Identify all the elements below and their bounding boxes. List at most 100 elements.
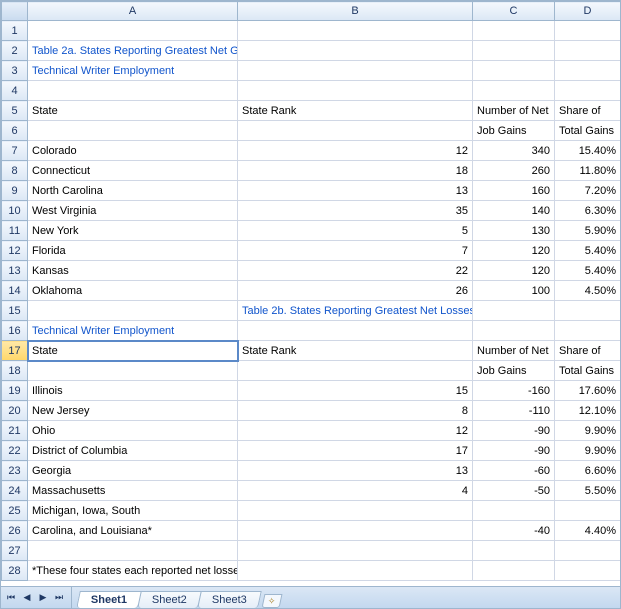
cell-A17[interactable]: State: [28, 341, 238, 361]
cell-D15[interactable]: [555, 301, 621, 321]
cell-B9[interactable]: 13: [238, 181, 473, 201]
cell-B20[interactable]: 8: [238, 401, 473, 421]
row-header[interactable]: 13: [2, 261, 28, 281]
cell-C12[interactable]: 120: [473, 241, 555, 261]
cell-D12[interactable]: 5.40%: [555, 241, 621, 261]
new-sheet-button[interactable]: ✧: [261, 594, 282, 608]
cell-C19[interactable]: -160: [473, 381, 555, 401]
row-header[interactable]: 25: [2, 501, 28, 521]
cell-D26[interactable]: 4.40%: [555, 521, 621, 541]
cell-C9[interactable]: 160: [473, 181, 555, 201]
cell-A21[interactable]: Ohio: [28, 421, 238, 441]
cell-C14[interactable]: 100: [473, 281, 555, 301]
cell-C6[interactable]: Job Gains: [473, 121, 555, 141]
cell-A2[interactable]: Table 2a. States Reporting Greatest Net …: [28, 41, 238, 61]
sheet-tab-sheet1[interactable]: Sheet1: [76, 591, 142, 608]
tab-nav-last-icon[interactable]: ⏭: [51, 590, 67, 606]
cell-B13[interactable]: 22: [238, 261, 473, 281]
cell-D1[interactable]: [555, 21, 621, 41]
cell-D8[interactable]: 11.80%: [555, 161, 621, 181]
cell-B26[interactable]: [238, 521, 473, 541]
cell-C11[interactable]: 130: [473, 221, 555, 241]
grid-area[interactable]: A B C D 12Table 2a. States Reporting Gre…: [1, 1, 620, 586]
cell-D4[interactable]: [555, 81, 621, 101]
row-header[interactable]: 17: [2, 341, 28, 361]
row-header[interactable]: 6: [2, 121, 28, 141]
cell-D19[interactable]: 17.60%: [555, 381, 621, 401]
cell-A11[interactable]: New York: [28, 221, 238, 241]
cell-A28[interactable]: *These four states each reported net los…: [28, 561, 238, 581]
cell-A14[interactable]: Oklahoma: [28, 281, 238, 301]
cell-A18[interactable]: [28, 361, 238, 381]
cell-C24[interactable]: -50: [473, 481, 555, 501]
cell-B23[interactable]: 13: [238, 461, 473, 481]
cell-B14[interactable]: 26: [238, 281, 473, 301]
cell-C23[interactable]: -60: [473, 461, 555, 481]
cell-C7[interactable]: 340: [473, 141, 555, 161]
sheet-tab-sheet2[interactable]: Sheet2: [137, 591, 201, 608]
cell-C16[interactable]: [473, 321, 555, 341]
row-header[interactable]: 15: [2, 301, 28, 321]
row-header[interactable]: 3: [2, 61, 28, 81]
cell-C17[interactable]: Number of Net: [473, 341, 555, 361]
cell-A6[interactable]: [28, 121, 238, 141]
cell-B3[interactable]: [238, 61, 473, 81]
row-header[interactable]: 23: [2, 461, 28, 481]
row-header[interactable]: 18: [2, 361, 28, 381]
cell-A4[interactable]: [28, 81, 238, 101]
cell-A7[interactable]: Colorado: [28, 141, 238, 161]
row-header[interactable]: 24: [2, 481, 28, 501]
cell-A16[interactable]: Technical Writer Employment: [28, 321, 238, 341]
col-header-C[interactable]: C: [473, 2, 555, 21]
row-header[interactable]: 16: [2, 321, 28, 341]
cell-D10[interactable]: 6.30%: [555, 201, 621, 221]
cell-A10[interactable]: West Virginia: [28, 201, 238, 221]
cell-B4[interactable]: [238, 81, 473, 101]
cell-B6[interactable]: [238, 121, 473, 141]
cell-B10[interactable]: 35: [238, 201, 473, 221]
row-header[interactable]: 5: [2, 101, 28, 121]
cell-A12[interactable]: Florida: [28, 241, 238, 261]
row-header[interactable]: 19: [2, 381, 28, 401]
row-header[interactable]: 10: [2, 201, 28, 221]
cell-B21[interactable]: 12: [238, 421, 473, 441]
row-header[interactable]: 27: [2, 541, 28, 561]
cell-B16[interactable]: [238, 321, 473, 341]
cell-D27[interactable]: [555, 541, 621, 561]
cell-B1[interactable]: [238, 21, 473, 41]
cell-A1[interactable]: [28, 21, 238, 41]
cell-B25[interactable]: [238, 501, 473, 521]
cell-A20[interactable]: New Jersey: [28, 401, 238, 421]
cell-D18[interactable]: Total Gains: [555, 361, 621, 381]
cell-C21[interactable]: -90: [473, 421, 555, 441]
cell-C10[interactable]: 140: [473, 201, 555, 221]
cell-A13[interactable]: Kansas: [28, 261, 238, 281]
cell-A26[interactable]: Carolina, and Louisiana*: [28, 521, 238, 541]
row-header[interactable]: 14: [2, 281, 28, 301]
cell-D9[interactable]: 7.20%: [555, 181, 621, 201]
cell-D3[interactable]: [555, 61, 621, 81]
cell-A5[interactable]: State: [28, 101, 238, 121]
tab-nav-next-icon[interactable]: ▶: [35, 590, 51, 606]
cell-A24[interactable]: Massachusetts: [28, 481, 238, 501]
cell-A19[interactable]: Illinois: [28, 381, 238, 401]
row-header[interactable]: 9: [2, 181, 28, 201]
cell-D20[interactable]: 12.10%: [555, 401, 621, 421]
row-header[interactable]: 1: [2, 21, 28, 41]
cell-A15[interactable]: [28, 301, 238, 321]
cell-D11[interactable]: 5.90%: [555, 221, 621, 241]
cell-C5[interactable]: Number of Net: [473, 101, 555, 121]
cell-A22[interactable]: District of Columbia: [28, 441, 238, 461]
cell-B8[interactable]: 18: [238, 161, 473, 181]
cell-B18[interactable]: [238, 361, 473, 381]
cell-C2[interactable]: [473, 41, 555, 61]
row-header[interactable]: 28: [2, 561, 28, 581]
cell-B5[interactable]: State Rank: [238, 101, 473, 121]
select-all-corner[interactable]: [2, 2, 28, 21]
cell-C3[interactable]: [473, 61, 555, 81]
cell-C28[interactable]: [473, 561, 555, 581]
cell-C25[interactable]: [473, 501, 555, 521]
cell-B19[interactable]: 15: [238, 381, 473, 401]
row-header[interactable]: 26: [2, 521, 28, 541]
cell-C20[interactable]: -110: [473, 401, 555, 421]
